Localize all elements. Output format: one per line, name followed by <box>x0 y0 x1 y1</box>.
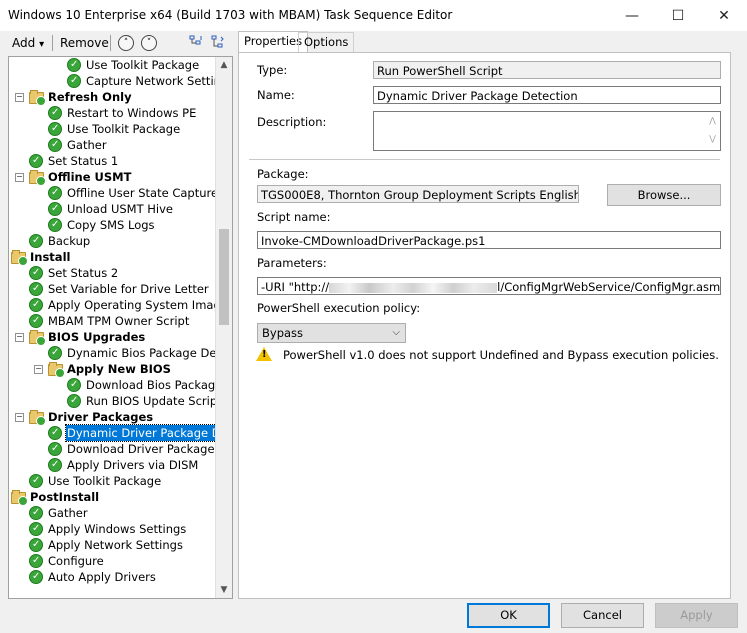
folder-icon <box>29 330 46 346</box>
check-icon <box>48 105 62 121</box>
check-icon <box>48 185 62 201</box>
package-label: Package: <box>257 167 309 181</box>
redacted-host <box>329 282 498 293</box>
check-icon <box>48 137 62 153</box>
close-button[interactable]: ✕ <box>701 0 747 31</box>
scroll-down-icon[interactable]: ▼ <box>216 582 232 598</box>
tab-options[interactable]: Options <box>298 32 355 52</box>
folder-icon <box>11 250 28 266</box>
check-icon <box>29 153 43 169</box>
type-label: Type: <box>257 63 288 77</box>
check-icon <box>48 345 62 361</box>
scroll-down-icon[interactable]: ⋁ <box>705 130 720 148</box>
browse-button[interactable]: Browse... <box>607 184 721 206</box>
package-field: TGS000E8, Thornton Group Deployment Scri… <box>257 185 579 203</box>
apply-button[interactable]: Apply <box>655 603 738 628</box>
warning-icon: ! <box>256 347 272 361</box>
chevron-down-icon: ⌵ <box>392 327 400 338</box>
parameters-label: Parameters: <box>257 256 327 270</box>
check-icon <box>29 281 43 297</box>
check-icon <box>29 233 43 249</box>
check-icon <box>48 457 62 473</box>
description-textarea[interactable] <box>373 111 721 151</box>
properties-panel: Type: Run PowerShell Script Name: Dynami… <box>238 52 731 599</box>
parameters-input[interactable]: -URI "http:// l/ConfigMgrWebService/Confi… <box>257 277 721 295</box>
check-icon <box>29 521 43 537</box>
check-icon <box>67 393 81 409</box>
script-name-input[interactable]: Invoke-CMDownloadDriverPackage.ps1 <box>257 231 721 249</box>
collapse-toggle-icon[interactable]: − <box>34 365 43 374</box>
name-label: Name: <box>257 88 295 102</box>
check-icon <box>29 569 43 585</box>
folder-icon <box>11 490 28 506</box>
execution-policy-select[interactable]: Bypass ⌵ <box>257 323 406 343</box>
toolbar-divider <box>110 35 111 51</box>
description-label: Description: <box>257 115 327 129</box>
remove-button[interactable]: Remove <box>60 34 109 52</box>
move-up-icon[interactable]: ˄ <box>118 35 134 51</box>
minimize-button[interactable]: — <box>609 0 655 31</box>
parameters-suffix: l/ConfigMgrWebService/ConfigMgr.asmx" -S… <box>497 280 721 294</box>
collapse-toggle-icon[interactable]: − <box>15 93 24 102</box>
folder-icon <box>29 90 46 106</box>
collapse-toggle-icon[interactable]: − <box>15 333 24 342</box>
tree-toolbar: Add ▾ Remove ˄ ˅ <box>8 32 232 54</box>
check-icon <box>29 537 43 553</box>
cancel-button[interactable]: Cancel <box>561 603 644 628</box>
check-icon <box>67 377 81 393</box>
check-icon <box>29 473 43 489</box>
folder-icon <box>29 410 46 426</box>
collapse-tree-icon[interactable] <box>210 35 226 51</box>
check-icon <box>29 505 43 521</box>
check-icon <box>29 553 43 569</box>
folder-icon <box>48 362 65 378</box>
check-icon <box>48 121 62 137</box>
collapse-toggle-icon[interactable]: − <box>15 413 24 422</box>
scrollbar-thumb[interactable] <box>219 229 229 325</box>
check-icon <box>48 425 62 441</box>
check-icon <box>48 441 62 457</box>
name-input[interactable]: Dynamic Driver Package Detection <box>373 86 721 104</box>
move-down-icon[interactable]: ˅ <box>141 35 157 51</box>
window-title: Windows 10 Enterprise x64 (Build 1703 wi… <box>8 8 453 22</box>
task-sequence-tree[interactable]: Use Toolkit Package Capture Network Sett… <box>8 56 233 599</box>
folder-icon <box>29 170 46 186</box>
toolbar-divider <box>52 35 53 51</box>
add-label: Add <box>12 36 36 50</box>
check-icon <box>67 57 81 73</box>
script-name-label: Script name: <box>257 210 331 224</box>
scroll-up-icon[interactable]: ▲ <box>216 57 232 73</box>
check-icon <box>29 313 43 329</box>
check-icon <box>48 201 62 217</box>
warning-text: PowerShell v1.0 does not support Undefin… <box>283 348 719 362</box>
check-icon <box>29 297 43 313</box>
tree-scrollbar[interactable]: ▲ ▼ <box>215 57 232 598</box>
check-icon <box>29 265 43 281</box>
maximize-button[interactable]: ☐ <box>655 0 701 31</box>
title-bar: Windows 10 Enterprise x64 (Build 1703 wi… <box>0 0 747 31</box>
chevron-down-icon: ▾ <box>39 39 45 50</box>
execution-policy-label: PowerShell execution policy: <box>257 301 421 315</box>
check-icon <box>67 73 81 89</box>
parameters-prefix: -URI "http:// <box>261 280 330 294</box>
type-field: Run PowerShell Script <box>373 61 721 79</box>
add-button[interactable]: Add ▾ <box>12 34 44 52</box>
collapse-toggle-icon[interactable]: − <box>15 173 24 182</box>
scroll-up-icon[interactable]: ⋀ <box>705 112 720 130</box>
expand-tree-icon[interactable] <box>188 35 204 51</box>
execution-policy-value: Bypass <box>262 326 304 340</box>
section-divider <box>249 159 720 160</box>
ok-button[interactable]: OK <box>467 603 550 628</box>
check-icon <box>48 217 62 233</box>
description-scrollbar[interactable]: ⋀ ⋁ <box>705 112 720 150</box>
